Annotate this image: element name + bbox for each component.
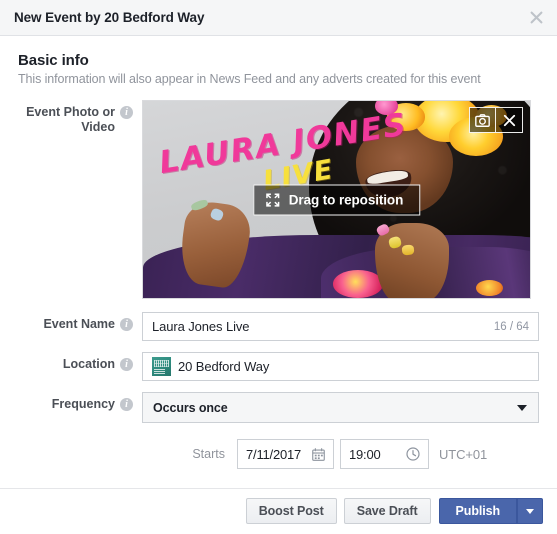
photo-controls [469, 107, 523, 133]
calendar-icon[interactable] [312, 447, 325, 461]
camera-icon[interactable] [469, 107, 496, 133]
start-time-value: 19:00 [349, 446, 381, 462]
location-label-text: Location [62, 357, 115, 371]
save-draft-button[interactable]: Save Draft [343, 498, 431, 524]
info-icon[interactable]: i [120, 318, 133, 331]
timezone-label: UTC+01 [439, 446, 488, 462]
event-name-value: Laura Jones Live [152, 319, 250, 334]
frequency-label-text: Frequency [51, 397, 115, 411]
close-icon[interactable] [526, 8, 546, 28]
remove-photo-close-icon[interactable] [496, 107, 523, 133]
drag-to-reposition-label: Drag to reposition [288, 192, 404, 207]
frequency-label: Frequency i [18, 392, 142, 412]
location-row: Location i 20 Bedford Way [18, 352, 539, 381]
start-date-input[interactable]: 7/11/2017 [237, 439, 334, 469]
photo-jacket-flower [475, 280, 503, 297]
dialog-header: New Event by 20 Bedford Way [0, 0, 557, 36]
section-title: Basic info [18, 52, 89, 69]
photo-nail [401, 244, 414, 256]
frequency-select[interactable]: Occurs once [142, 392, 539, 423]
publish-button[interactable]: Publish [438, 498, 517, 524]
chevron-down-icon [526, 508, 534, 514]
photo-right-hand [375, 223, 449, 298]
starts-label: Starts [192, 447, 225, 461]
photo-jacket-flower [332, 270, 383, 298]
event-photo-label: Event Photo or Video i [18, 100, 142, 135]
event-name-wrap: Laura Jones Live 16 / 64 [142, 312, 539, 341]
location-wrap: 20 Bedford Way [142, 352, 539, 381]
dialog-body: Basic info This information will also ap… [0, 36, 557, 488]
event-photo-row: Event Photo or Video i LAURA JONES LIVE … [18, 100, 539, 299]
expand-arrows-icon [265, 192, 280, 207]
clock-icon[interactable] [406, 447, 420, 461]
location-value: 20 Bedford Way [178, 359, 270, 374]
dialog-title: New Event by 20 Bedford Way [14, 10, 205, 25]
location-input[interactable]: 20 Bedford Way [142, 352, 539, 381]
start-date-value: 7/11/2017 [246, 446, 302, 462]
event-name-input[interactable]: Laura Jones Live 16 / 64 [142, 312, 539, 341]
boost-post-button[interactable]: Boost Post [245, 498, 337, 524]
info-icon[interactable]: i [120, 398, 133, 411]
event-photo-preview[interactable]: LAURA JONES LIVE Drag to reposition [142, 100, 531, 299]
info-icon[interactable]: i [120, 106, 133, 119]
chevron-down-icon [517, 404, 527, 411]
event-photo-label-line2: Video [81, 120, 115, 134]
location-label: Location i [18, 352, 142, 372]
frequency-wrap: Occurs once [142, 392, 539, 423]
publish-options-button[interactable] [517, 498, 543, 524]
info-icon[interactable]: i [120, 358, 133, 371]
place-thumbnail-icon [152, 357, 171, 376]
section-subtitle: This information will also appear in New… [18, 72, 481, 86]
publish-split-button: Publish [438, 498, 543, 524]
event-name-counter: 16 / 64 [493, 320, 529, 333]
dialog-footer: Boost Post Save Draft Publish [0, 488, 557, 534]
starts-row: Starts 7/11/2017 19:00 UTC+01 [18, 439, 539, 469]
event-photo-wrap: LAURA JONES LIVE Drag to reposition [142, 100, 539, 299]
event-name-label-text: Event Name [43, 317, 115, 331]
frequency-row: Frequency i Occurs once [18, 392, 539, 423]
event-photo-label-line1: Event Photo or [26, 105, 115, 119]
event-name-row: Event Name i Laura Jones Live 16 / 64 [18, 312, 539, 341]
event-name-label: Event Name i [18, 312, 142, 332]
new-event-dialog: New Event by 20 Bedford Way Basic info T… [0, 0, 557, 534]
frequency-selected-value: Occurs once [153, 400, 228, 415]
drag-to-reposition-button[interactable]: Drag to reposition [252, 184, 421, 215]
start-time-input[interactable]: 19:00 [340, 439, 429, 469]
